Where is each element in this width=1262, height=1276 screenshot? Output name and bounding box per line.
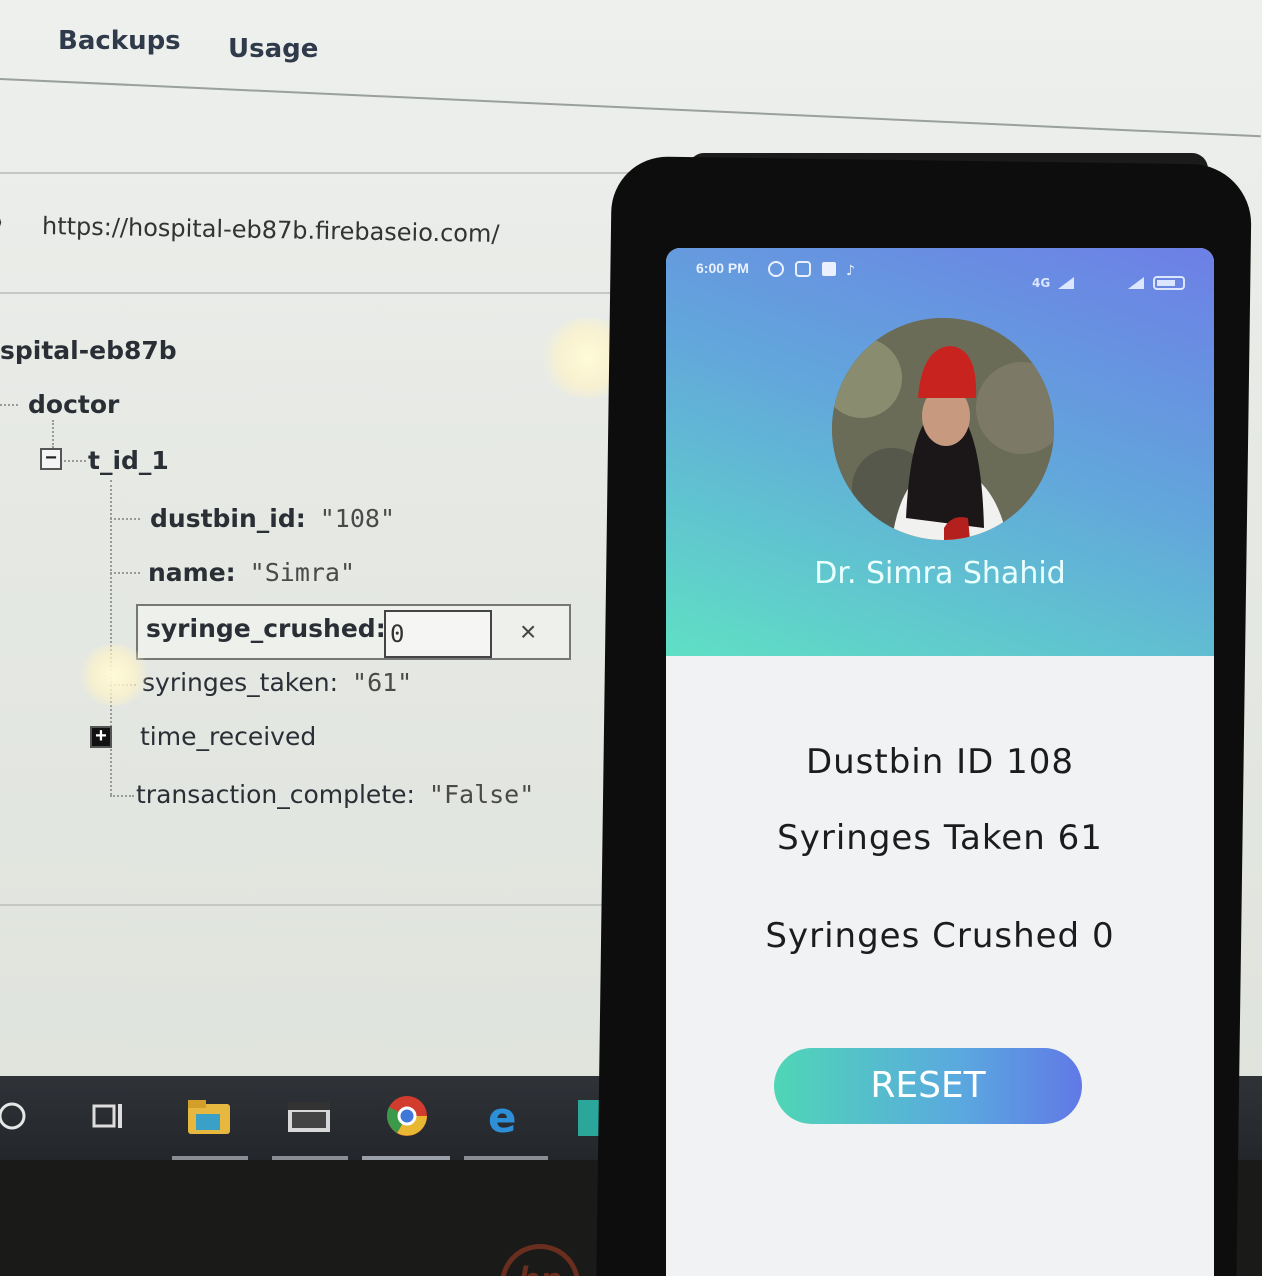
- svg-text:e: e: [488, 1094, 517, 1138]
- svg-text:♪: ♪: [846, 263, 855, 278]
- tree-connector: [110, 518, 140, 520]
- tree-root[interactable]: spital-eb87b: [0, 336, 177, 365]
- tree-divider: [0, 904, 620, 906]
- expand-icon[interactable]: +: [90, 726, 112, 748]
- status-time: 6:00 PM: [696, 260, 749, 276]
- window-icon[interactable]: [286, 1094, 332, 1138]
- link-icon: ⟩: [0, 208, 3, 237]
- field-time-received[interactable]: time_received: [140, 722, 316, 751]
- field-syringes-taken[interactable]: syringes_taken: "61": [142, 668, 412, 697]
- database-url[interactable]: https://hospital-eb87b.firebaseio.com/: [42, 212, 500, 248]
- tab-usage[interactable]: Usage: [228, 34, 318, 64]
- signal-battery-icons: 4G: [1032, 274, 1192, 295]
- syringes-taken-label: Syringes Taken 61: [777, 818, 1103, 858]
- tree-node-doctor[interactable]: doctor: [28, 390, 119, 419]
- dustbin-id-label: Dustbin ID 108: [805, 742, 1075, 782]
- chrome-icon[interactable]: [384, 1094, 430, 1138]
- tree-connector: [64, 460, 86, 462]
- tree-connector: [110, 572, 140, 574]
- field-syringe-crushed[interactable]: syringe_crushed:: [146, 614, 386, 643]
- syringes-crushed-label: Syringes Crushed 0: [765, 916, 1115, 956]
- collapse-icon[interactable]: −: [40, 448, 62, 470]
- close-icon[interactable]: ×: [520, 616, 536, 648]
- file-explorer-icon[interactable]: [186, 1094, 232, 1138]
- tab-backups[interactable]: Backups: [58, 26, 181, 56]
- doctor-avatar: [832, 318, 1054, 540]
- field-name[interactable]: name: "Simra": [148, 558, 355, 587]
- syringe-crushed-input[interactable]: 0: [384, 610, 492, 658]
- light-glare: [78, 644, 150, 706]
- field-dustbin-id[interactable]: dustbin_id: "108": [150, 504, 395, 533]
- tree-connector: [110, 795, 134, 797]
- url-divider: [0, 292, 660, 294]
- status-notification-icons: ♪: [768, 260, 868, 281]
- cortana-icon[interactable]: [0, 1094, 46, 1138]
- edge-icon[interactable]: e: [484, 1093, 530, 1142]
- tree-connector: [0, 404, 18, 406]
- nav-divider: [0, 78, 1261, 138]
- doctor-name: Dr. Simra Shahid: [814, 556, 1066, 591]
- reset-button[interactable]: RESET: [774, 1048, 1082, 1124]
- status-network-label: 4G: [1032, 276, 1050, 290]
- section-divider: [0, 172, 660, 174]
- task-view-icon[interactable]: [88, 1094, 134, 1138]
- phone-screen: 6:00 PM ♪ 4G Dr. Simra Shahid Dustbin ID…: [666, 248, 1214, 1276]
- tree-connector: [52, 420, 54, 448]
- profile-header: 6:00 PM ♪ 4G Dr. Simra Shahid: [666, 248, 1214, 656]
- field-transaction-complete[interactable]: transaction_complete: "False": [136, 780, 534, 809]
- tree-node-t-id-1[interactable]: t_id_1: [88, 446, 169, 475]
- console-top-nav: Backups Usage: [0, 0, 1262, 80]
